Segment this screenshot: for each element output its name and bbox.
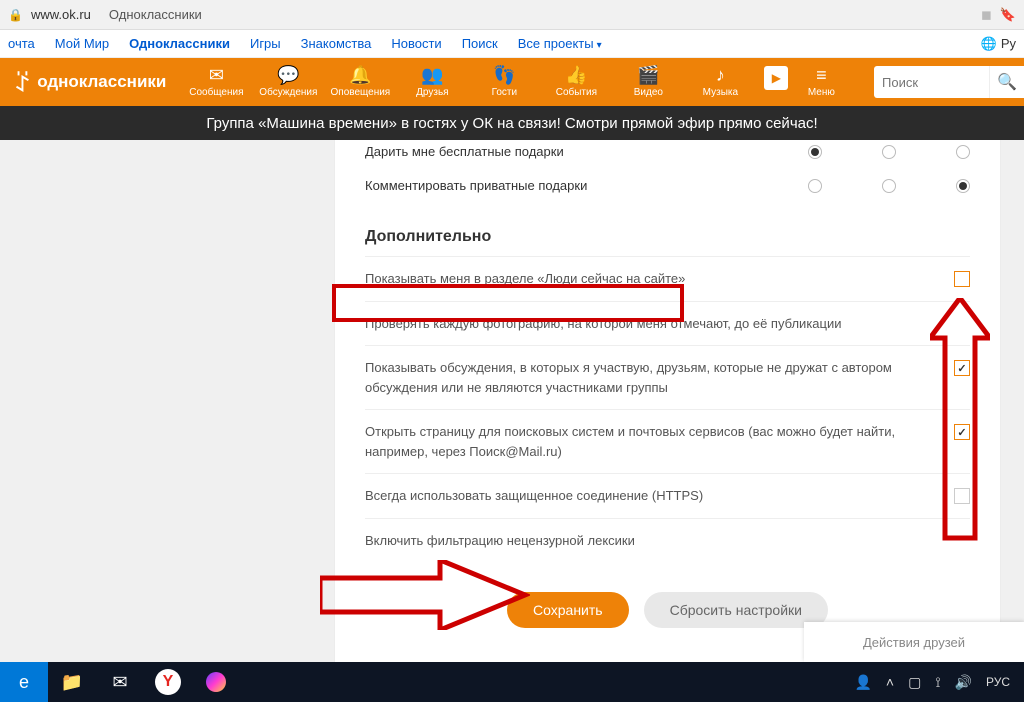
friends-activity-panel[interactable]: Действия друзей [804,622,1024,662]
additional-header: Дополнительно [365,203,970,256]
mailru-link-ok[interactable]: Одноклассники [129,36,230,51]
setting-row-comment-gifts: Комментировать приватные подарки [365,169,970,203]
tray-wifi-icon[interactable]: ⟟ [935,674,940,691]
language-selector[interactable]: 🌐 Ру [981,36,1016,52]
check-row-search-engines: Открыть страницу для поисковых систем и … [365,409,970,473]
mailru-top-nav: очта Мой Мир Одноклассники Игры Знакомст… [0,30,1024,58]
mailru-link-moimir[interactable]: Мой Мир [55,36,109,51]
reset-button[interactable]: Сбросить настройки [644,592,828,628]
mailru-link-news[interactable]: Новости [391,36,441,51]
nav-discussions[interactable]: 💬Обсуждения [252,66,324,99]
bookmark-icon[interactable]: 🔖 [1000,7,1016,23]
check-row-profanity: Включить фильтрацию нецензурной лексики [365,518,970,563]
mailru-link-mail[interactable]: очта [8,36,35,51]
settings-panel: Дарить мне бесплатные подарки Комментиро… [335,130,1000,668]
page-title: Одноклассники [109,7,202,22]
lock-icon: 🔒 [8,8,23,22]
mailru-link-games[interactable]: Игры [250,36,281,51]
system-tray: 👤 ˄ ▢ ⟟ 🔊 РУС [840,674,1024,691]
search-box[interactable] [874,66,989,98]
tray-people-icon[interactable]: 👤 [854,674,871,691]
tray-volume-icon[interactable]: 🔊 [955,674,972,691]
nav-guests[interactable]: 👣Гости [468,66,540,99]
checkbox-https[interactable] [954,488,970,504]
windows-taskbar: e 📁 ✉ Y 👤 ˄ ▢ ⟟ 🔊 РУС [0,662,1024,702]
tray-lang[interactable]: РУС [986,675,1010,689]
radio-comment-opt3[interactable] [956,179,970,193]
browser-address-bar: 🔒 www.ok.ru Одноклассники ◼ 🔖 [0,0,1024,30]
mailru-link-dating[interactable]: Знакомства [301,36,372,51]
page-body: Дарить мне бесплатные подарки Комментиро… [0,140,1024,662]
taskbar-mail[interactable]: ✉ [96,662,144,702]
nav-play[interactable]: ▶ [756,66,796,99]
taskbar-yandex[interactable]: Y [144,662,192,702]
tray-chevron-up-icon[interactable]: ˄ [886,674,894,690]
extension-icon[interactable]: ◼ [981,7,992,23]
check-row-discussions: Показывать обсуждения, в которых я участ… [365,345,970,409]
checkbox-search-engines[interactable] [954,424,970,440]
search-input[interactable] [882,75,962,90]
checkbox-discussions[interactable] [954,360,970,376]
setting-row-gifts: Дарить мне бесплатные подарки [365,135,970,169]
radio-gifts-opt3[interactable] [956,145,970,159]
nav-notifications[interactable]: 🔔Оповещения [324,66,396,99]
tray-battery-icon[interactable]: ▢ [908,674,921,691]
mailru-link-all-projects[interactable]: Все проекты [518,36,602,51]
url-text: www.ok.ru [31,7,91,22]
nav-music[interactable]: ♪Музыка [684,66,756,99]
ok-logo[interactable]: ꑇ одноклассники [0,68,180,97]
save-button[interactable]: Сохранить [507,592,629,628]
check-row-https: Всегда использовать защищенное соединени… [365,473,970,518]
search-icon: 🔍 [997,72,1017,92]
nav-events[interactable]: 👍События [540,66,612,99]
nav-menu[interactable]: ≡Меню [796,66,846,99]
nav-messages[interactable]: ✉Сообщения [180,66,252,99]
promo-banner[interactable]: Группа «Машина времени» в гостях у ОК на… [0,106,1024,140]
ok-site-header: ꑇ одноклассники ✉Сообщения 💬Обсуждения 🔔… [0,58,1024,106]
taskbar-edge[interactable]: e [0,662,48,702]
checkbox-online[interactable] [954,271,970,287]
radio-comment-opt1[interactable] [808,179,822,193]
search-button[interactable]: 🔍 [989,66,1024,98]
ok-logo-icon: ꑇ [14,68,31,97]
radio-gifts-opt1[interactable] [808,145,822,159]
radio-comment-opt2[interactable] [882,179,896,193]
taskbar-explorer[interactable]: 📁 [48,662,96,702]
check-row-photo-tag: Проверять каждую фотографию, на которой … [365,301,970,346]
taskbar-alisa[interactable] [192,662,240,702]
nav-video[interactable]: 🎬Видео [612,66,684,99]
radio-gifts-opt2[interactable] [882,145,896,159]
check-row-online: Показывать меня в разделе «Люди сейчас н… [365,256,970,301]
globe-icon: 🌐 [981,36,997,52]
nav-friends[interactable]: 👥Друзья [396,66,468,99]
mailru-link-search[interactable]: Поиск [462,36,498,51]
